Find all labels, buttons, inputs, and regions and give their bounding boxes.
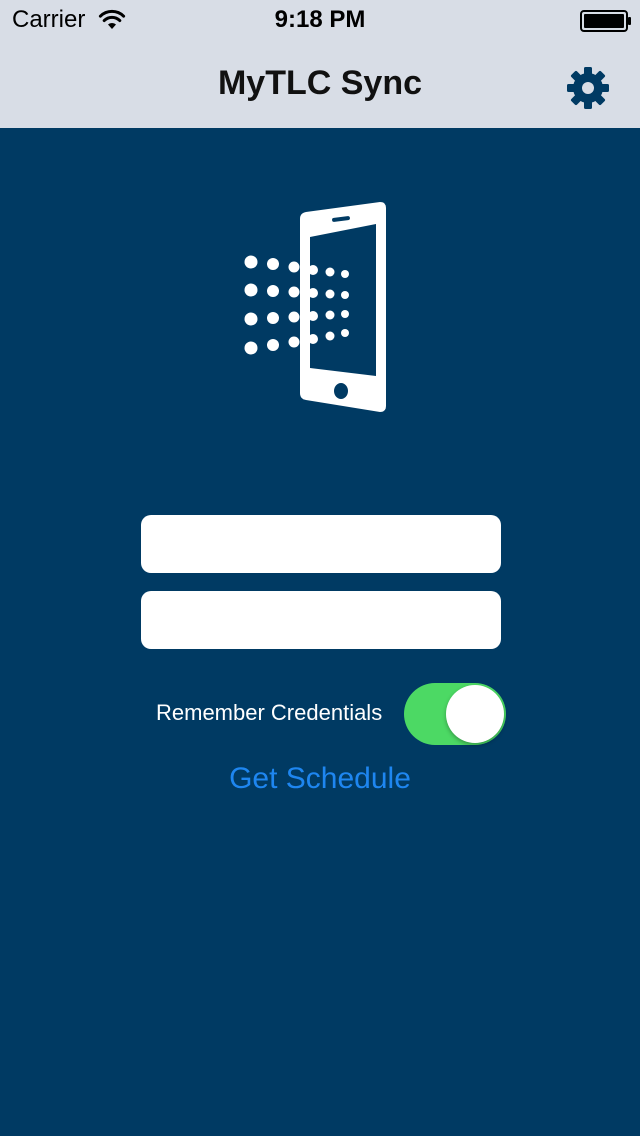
username-field[interactable] <box>141 515 501 573</box>
app-screen: Carrier 9:18 PM MyTLC Sync Remember Cred… <box>0 0 640 1136</box>
remember-credentials-toggle[interactable] <box>404 683 506 745</box>
password-field[interactable] <box>141 591 501 649</box>
remember-credentials-label: Remember Credentials <box>156 700 383 725</box>
top-bar: Carrier 9:18 PM MyTLC Sync <box>0 0 640 128</box>
clock: 9:18 PM <box>274 6 366 33</box>
page-title: MyTLC Sync <box>217 64 423 102</box>
get-schedule-button[interactable]: Get Schedule <box>0 762 640 796</box>
phone-sync-icon <box>244 202 386 412</box>
toggle-knob <box>446 685 504 743</box>
gear-icon[interactable] <box>566 66 610 110</box>
battery-icon <box>580 10 631 32</box>
status-bar: Carrier 9:18 PM <box>0 0 640 40</box>
